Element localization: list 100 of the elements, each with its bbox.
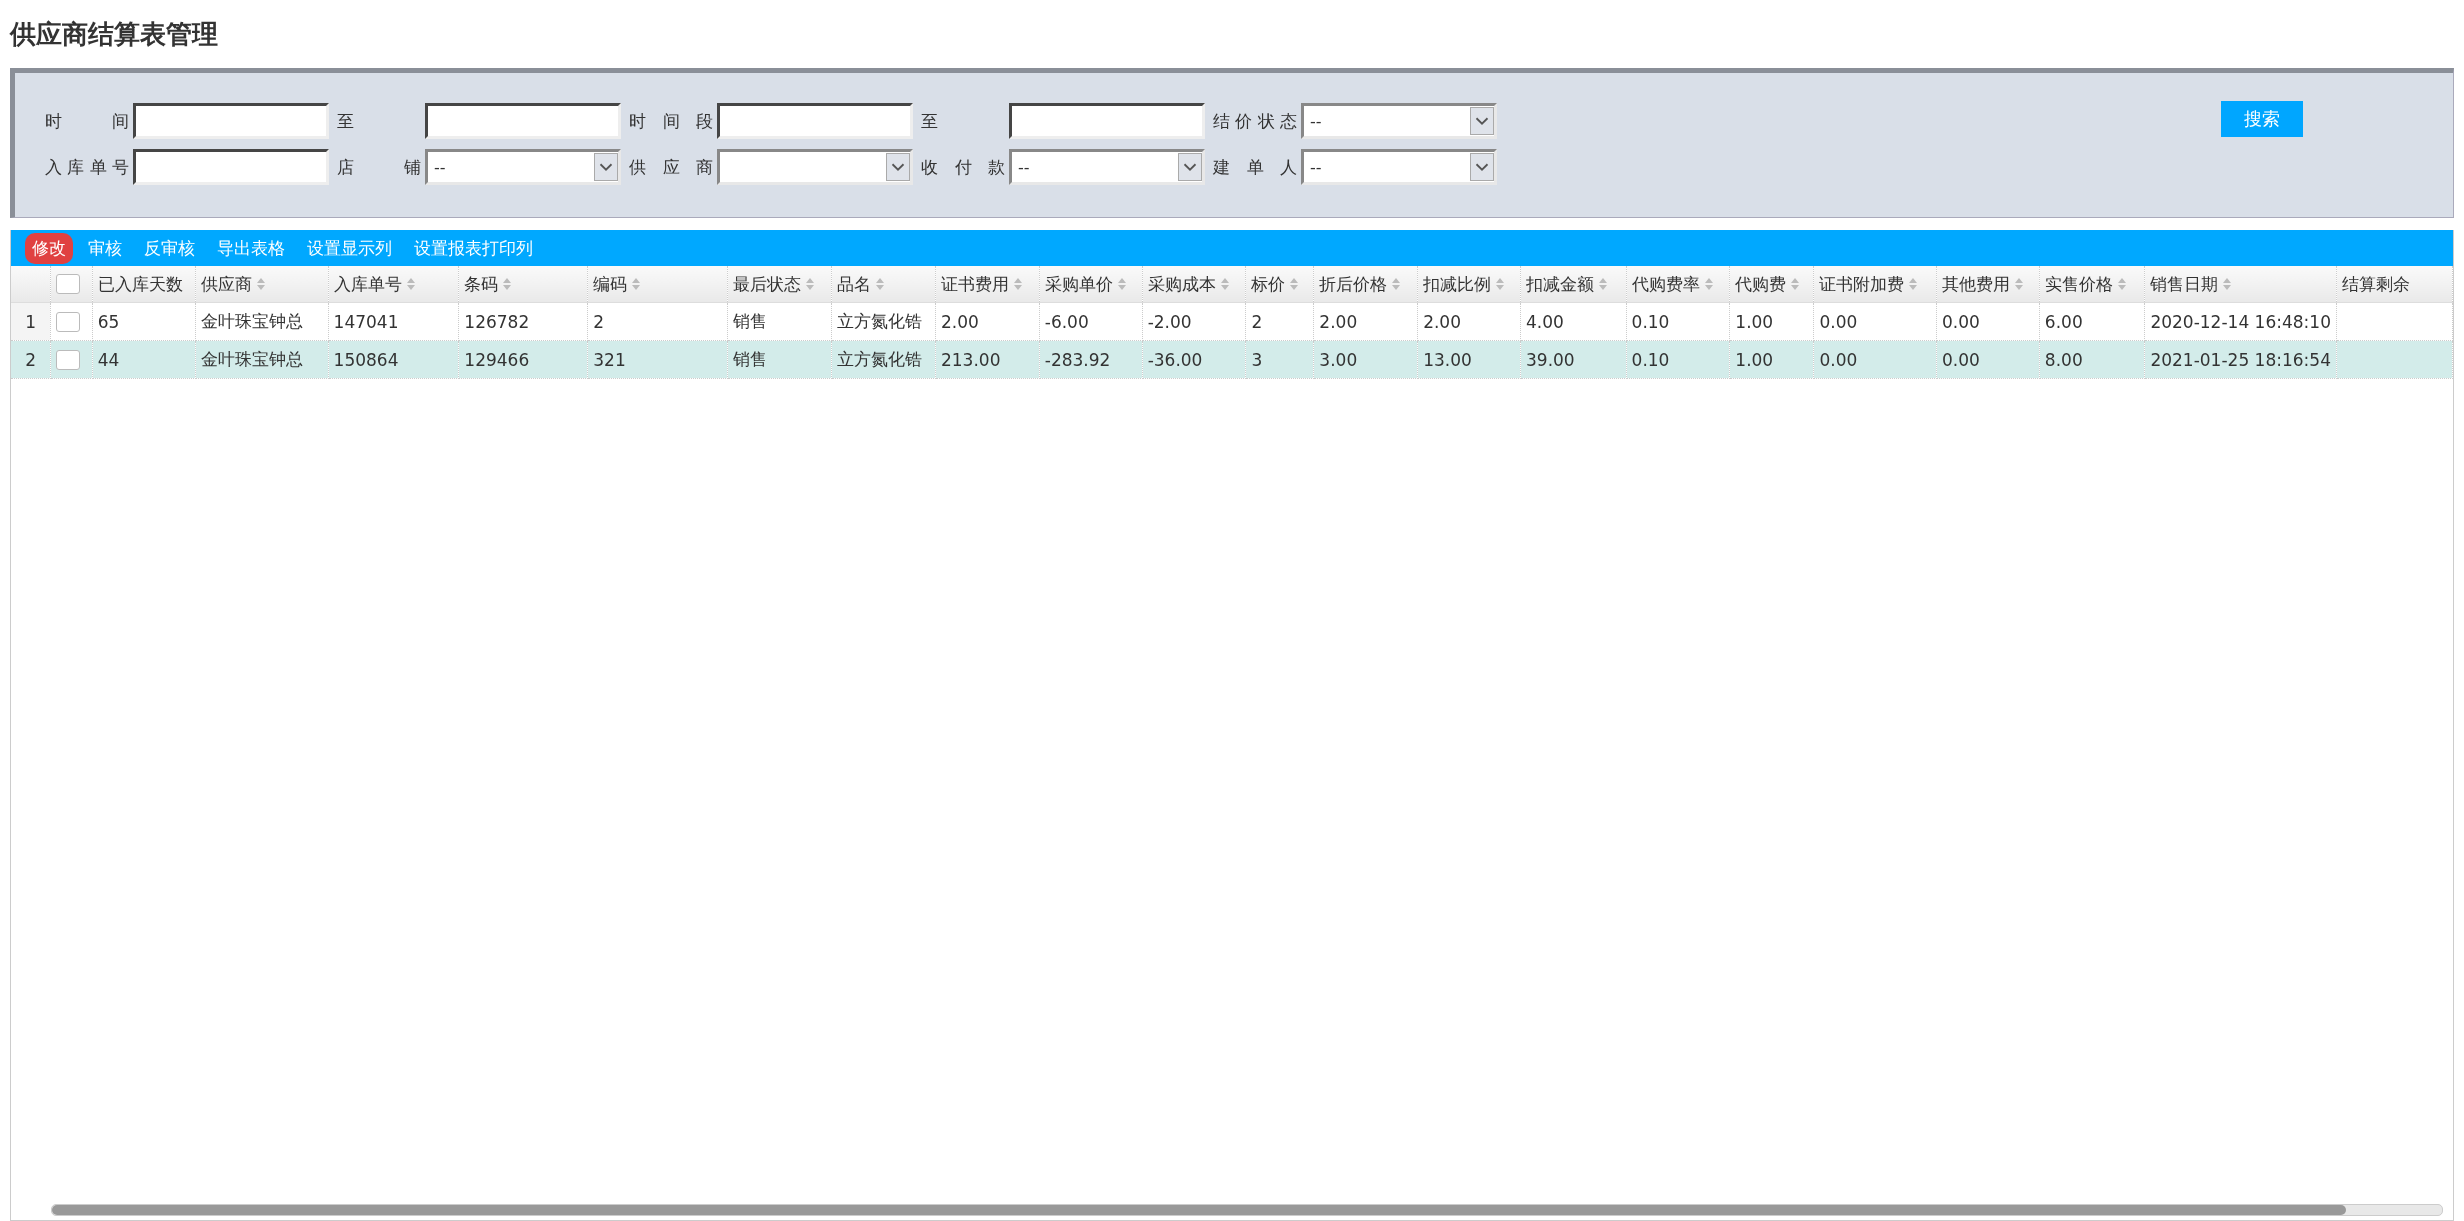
table-cell: 2: [587, 302, 728, 341]
table-cell: 147041: [328, 302, 459, 341]
table-cell: 39.00: [1520, 340, 1627, 379]
table-cell: 2.00: [935, 302, 1040, 341]
column-header[interactable]: 条码: [464, 272, 499, 296]
chevron-down-icon: [1178, 153, 1202, 181]
column-header[interactable]: 实售价格: [2044, 272, 2113, 296]
row-number: 2: [11, 340, 51, 379]
dropdown-field[interactable]: --: [1009, 149, 1205, 185]
table-cell: 44: [92, 340, 196, 379]
dropdown-field[interactable]: --: [1301, 103, 1497, 139]
input-field[interactable]: [425, 103, 621, 139]
table-cell: 立方氮化锆: [831, 340, 936, 379]
input-field[interactable]: [717, 103, 913, 139]
select-all-checkbox[interactable]: [56, 274, 81, 294]
table-cell: 0.10: [1626, 340, 1730, 379]
row-checkbox[interactable]: [56, 349, 81, 370]
column-header[interactable]: 品名: [836, 272, 871, 296]
table-cell: 1.00: [1729, 340, 1814, 379]
sort-icon[interactable]: [502, 277, 513, 291]
column-header[interactable]: 其他费用: [1941, 272, 2010, 296]
filter-label: 至: [921, 109, 939, 133]
horizontal-scrollbar[interactable]: [51, 1204, 2443, 1216]
sort-icon[interactable]: [1391, 277, 1402, 291]
table-cell: 13.00: [1417, 340, 1521, 379]
column-header[interactable]: 入库单号: [333, 272, 402, 296]
column-header[interactable]: 证书费用: [941, 272, 1009, 296]
sort-icon[interactable]: [1289, 277, 1300, 291]
table-cell: 销售: [727, 302, 832, 341]
dropdown-field[interactable]: --: [425, 149, 621, 185]
sort-icon[interactable]: [255, 277, 266, 291]
input-field[interactable]: [133, 103, 329, 139]
table-cell: 0.00: [1936, 302, 2040, 341]
toolbar-button[interactable]: 修改: [25, 232, 73, 264]
column-header[interactable]: 编码: [593, 272, 628, 296]
table-cell: 321: [587, 340, 728, 379]
column-header[interactable]: 结算剩余: [2341, 272, 2410, 296]
filter-label: 至: [337, 109, 355, 133]
row-checkbox[interactable]: [56, 311, 81, 332]
sort-icon[interactable]: [1495, 277, 1506, 291]
sort-icon[interactable]: [2222, 277, 2233, 291]
table-cell: -283.92: [1039, 340, 1143, 379]
sort-icon[interactable]: [1703, 277, 1714, 291]
table-cell: 金叶珠宝钟总: [195, 340, 329, 379]
sort-icon[interactable]: [874, 277, 885, 291]
input-field[interactable]: [1009, 103, 1205, 139]
table-cell: 6.00: [2039, 302, 2145, 341]
sort-icon[interactable]: [805, 277, 816, 291]
filter-label: 收付款: [921, 155, 1005, 179]
table-cell: 4.00: [1520, 302, 1627, 341]
table-cell: 150864: [328, 340, 459, 379]
sort-icon[interactable]: [2013, 277, 2024, 291]
input-field[interactable]: [133, 149, 329, 185]
chevron-down-icon: [886, 153, 910, 181]
table-cell: 1.00: [1729, 302, 1814, 341]
column-header[interactable]: 扣减金额: [1526, 272, 1594, 296]
table-cell: 2.00: [1313, 302, 1418, 341]
column-header[interactable]: 证书附加费: [1819, 272, 1905, 296]
table-cell: 8.00: [2039, 340, 2145, 379]
column-header[interactable]: 供应商: [200, 272, 252, 296]
sort-icon[interactable]: [1219, 277, 1230, 291]
filter-label: 时间段: [629, 109, 713, 133]
sort-icon[interactable]: [1013, 277, 1023, 291]
column-header[interactable]: 扣减比例: [1423, 272, 1492, 296]
table-cell: -6.00: [1039, 302, 1143, 341]
table-cell: 立方氮化锆: [831, 302, 936, 341]
table-cell: 0.00: [1813, 340, 1937, 379]
column-header[interactable]: 标价: [1251, 272, 1286, 296]
filter-label: 店铺: [337, 155, 421, 179]
table-cell: -36.00: [1142, 340, 1246, 379]
column-header[interactable]: 采购单价: [1044, 272, 1113, 296]
column-header[interactable]: 代购费: [1735, 272, 1787, 296]
sort-icon[interactable]: [2116, 277, 2127, 291]
sort-icon[interactable]: [1908, 277, 1919, 291]
table-cell: 金叶珠宝钟总: [195, 302, 329, 341]
sort-icon[interactable]: [1790, 277, 1801, 291]
column-header[interactable]: 代购费率: [1631, 272, 1700, 296]
column-header[interactable]: 最后状态: [733, 272, 802, 296]
sort-icon[interactable]: [1598, 277, 1608, 291]
sort-icon[interactable]: [1116, 277, 1127, 291]
sort-icon[interactable]: [405, 277, 416, 291]
filter-label: 结价状态: [1213, 109, 1297, 133]
column-header[interactable]: 折后价格: [1319, 272, 1388, 296]
sort-icon[interactable]: [631, 277, 642, 291]
page-title: 供应商结算表管理: [10, 18, 219, 51]
column-header[interactable]: 采购成本: [1147, 272, 1216, 296]
row-number: 1: [11, 302, 51, 341]
filter-label: 时间: [45, 109, 129, 133]
column-header[interactable]: 销售日期: [2150, 272, 2219, 296]
dropdown-field[interactable]: --: [1301, 149, 1497, 185]
filter-label: 建单人: [1213, 155, 1297, 179]
column-header[interactable]: 已入库天数: [97, 272, 183, 296]
table-cell: 126782: [458, 302, 588, 341]
table-cell: 2020-12-14 16:48:10: [2144, 302, 2337, 341]
table-cell: 0.10: [1626, 302, 1730, 341]
dropdown-field[interactable]: [717, 149, 913, 185]
table-cell: 65: [92, 302, 196, 341]
table-cell: 0.00: [1813, 302, 1937, 341]
chevron-down-icon: [1470, 153, 1494, 181]
table-cell: 213.00: [935, 340, 1040, 379]
